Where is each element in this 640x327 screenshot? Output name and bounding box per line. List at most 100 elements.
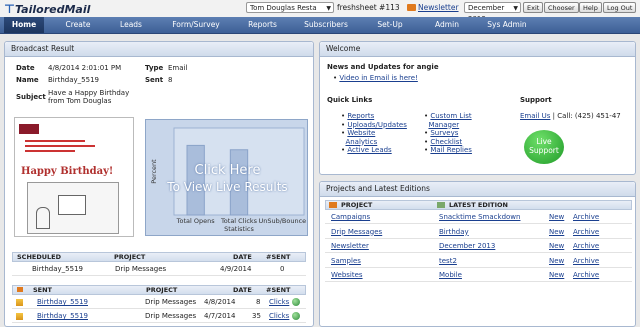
table-row: Birthday_5519 Drip Messages 4/8/2014 8 C…	[12, 296, 306, 309]
edition-link[interactable]: Mobile	[439, 269, 462, 282]
tab-reports[interactable]: Reports	[240, 17, 285, 33]
top-bar: ⊤TailoredMail Tom Douglas Resta ▼ freshsh…	[0, 0, 640, 23]
project-link[interactable]: Campaigns	[331, 211, 370, 224]
sent-name-link[interactable]: Birthday_5519	[37, 296, 88, 309]
panel-title: Broadcast Result	[5, 42, 313, 57]
quick-link-uploads[interactable]: Uploads/Updates	[347, 121, 407, 129]
help-button[interactable]: Help	[579, 2, 602, 13]
quick-link-active-leads[interactable]: Active Leads	[347, 146, 391, 154]
live-support-button[interactable]: Live Support	[524, 130, 564, 164]
project-link[interactable]: Samples	[331, 255, 361, 268]
folder-icon	[17, 287, 23, 292]
edition-icon	[437, 202, 445, 208]
tab-create[interactable]: Create	[58, 17, 98, 33]
edition-select[interactable]: December 2013▼	[464, 2, 521, 23]
globe-icon[interactable]	[292, 312, 300, 320]
quick-link-manager[interactable]: Manager	[428, 121, 459, 129]
projects-table-header: PROJECT LATEST EDITION	[325, 200, 632, 210]
x-tick-label: Statistics	[224, 225, 254, 233]
x-tick-label: Total Opens	[176, 217, 216, 225]
results-chart[interactable]: Total Opens Total Clicks Statistics UnSub/B…	[145, 119, 308, 236]
quick-links-col-2: • Custom List Manager • Surveys • Checkl…	[424, 112, 472, 154]
tab-leads[interactable]: Leads	[111, 17, 151, 33]
project-link[interactable]: Websites	[331, 269, 363, 282]
logo: ⊤TailoredMail	[4, 2, 91, 16]
quick-link-website[interactable]: Website	[347, 129, 375, 137]
new-link[interactable]: New	[549, 240, 564, 253]
table-row: Newsletter December 2013 New Archive	[325, 240, 632, 253]
email-text-line	[25, 140, 85, 142]
archive-link[interactable]: Archive	[573, 211, 599, 224]
project-link[interactable]: Drip Messages	[331, 226, 382, 239]
email-us-link[interactable]: Email Us	[520, 112, 550, 120]
sent-value: 8	[168, 76, 173, 84]
sent-table-header: SENT PROJECT DATE #SENT	[12, 285, 306, 295]
news-heading: News and Updates for angie	[327, 63, 439, 71]
new-link[interactable]: New	[549, 211, 564, 224]
email-text-line	[25, 145, 95, 147]
quick-links-col-1: • Reports • Uploads/Updates • Website An…	[341, 112, 407, 154]
edition-link[interactable]: test2	[439, 255, 457, 268]
quick-link-reports[interactable]: Reports	[347, 112, 374, 120]
archive-link[interactable]: Archive	[573, 226, 599, 239]
clicks-link[interactable]: Clicks	[269, 296, 289, 309]
edition-link[interactable]: December 2013	[439, 240, 495, 253]
tab-form-survey[interactable]: Form/Survey	[166, 17, 226, 33]
x-tick-label: UnSub/Bounce	[258, 217, 306, 225]
tab-setup[interactable]: Set-Up	[370, 17, 410, 33]
main-nav: Home Create Leads Form/Survey Reports Su…	[0, 17, 640, 34]
quick-link-analytics[interactable]: Analytics	[345, 138, 377, 146]
quick-link-mail-replies[interactable]: Mail Replies	[430, 146, 472, 154]
newsletter-link[interactable]: Newsletter	[418, 3, 459, 12]
welcome-panel: Welcome	[319, 41, 636, 175]
table-row: Samples test2 New Archive	[325, 255, 632, 268]
quick-link-surveys[interactable]: Surveys	[430, 129, 458, 137]
new-link[interactable]: New	[549, 255, 564, 268]
table-row: Drip Messages Birthday New Archive	[325, 226, 632, 239]
type-value: Email	[168, 64, 188, 72]
archive-link[interactable]: Archive	[573, 269, 599, 282]
chart-overlay-line-1: Click Here	[194, 163, 261, 178]
folder-icon	[329, 202, 337, 208]
project-link[interactable]: Newsletter	[331, 240, 369, 253]
email-text-line	[25, 150, 75, 152]
edition-link[interactable]: Birthday	[439, 226, 469, 239]
archive-link[interactable]: Archive	[573, 255, 599, 268]
exit-button[interactable]: Exit	[523, 2, 544, 13]
table-row: Campaigns Snacktime Smackdown New Archive	[325, 211, 632, 224]
edition-link[interactable]: Snacktime Smackdown	[439, 211, 520, 224]
support-contact: Email Us | Call: (425) 451-47	[520, 112, 621, 120]
chooser-button[interactable]: Chooser	[544, 2, 579, 13]
clicks-link[interactable]: Clicks	[269, 310, 289, 323]
email-illustration	[27, 182, 119, 234]
scheduled-table-header: SCHEDULED PROJECT DATE #SENT	[12, 252, 306, 262]
chevron-down-icon: ▼	[513, 5, 518, 12]
account-select[interactable]: Tom Douglas Resta ▼	[246, 2, 334, 13]
tab-home[interactable]: Home	[4, 17, 44, 33]
date-label: Date	[16, 64, 35, 72]
newsletter-icon	[407, 4, 416, 11]
tab-subscribers[interactable]: Subscribers	[300, 17, 352, 33]
table-row: Birthday_5519 Drip Messages 4/7/2014 35 …	[12, 310, 306, 323]
archive-link[interactable]: Archive	[573, 240, 599, 253]
subject-line-1: Have a Happy Birthday	[48, 89, 130, 97]
globe-icon[interactable]	[292, 298, 300, 306]
new-link[interactable]: New	[549, 269, 564, 282]
tab-sys-admin[interactable]: Sys Admin	[482, 17, 532, 33]
sent-name-link[interactable]: Birthday_5519	[37, 310, 88, 323]
chevron-down-icon: ▼	[326, 5, 331, 12]
logout-button[interactable]: Log Out	[603, 2, 637, 13]
panel-title: Projects and Latest Editions	[320, 182, 635, 197]
quick-link-custom-list[interactable]: Custom List	[430, 112, 471, 120]
bar-chart-icon	[16, 299, 23, 306]
quick-link-checklist[interactable]: Checklist	[430, 138, 462, 146]
tab-admin[interactable]: Admin	[428, 17, 466, 33]
subject-label: Subject	[16, 93, 46, 101]
table-row: Websites Mobile New Archive	[325, 269, 632, 282]
news-item-link[interactable]: Video in Email is here!	[339, 74, 418, 82]
sheet-label: freshsheet #113	[337, 3, 400, 12]
sent-label: Sent	[145, 76, 164, 84]
email-preview-thumbnail[interactable]: Happy Birthday!	[14, 117, 134, 237]
bar-chart-icon	[16, 313, 23, 320]
new-link[interactable]: New	[549, 226, 564, 239]
